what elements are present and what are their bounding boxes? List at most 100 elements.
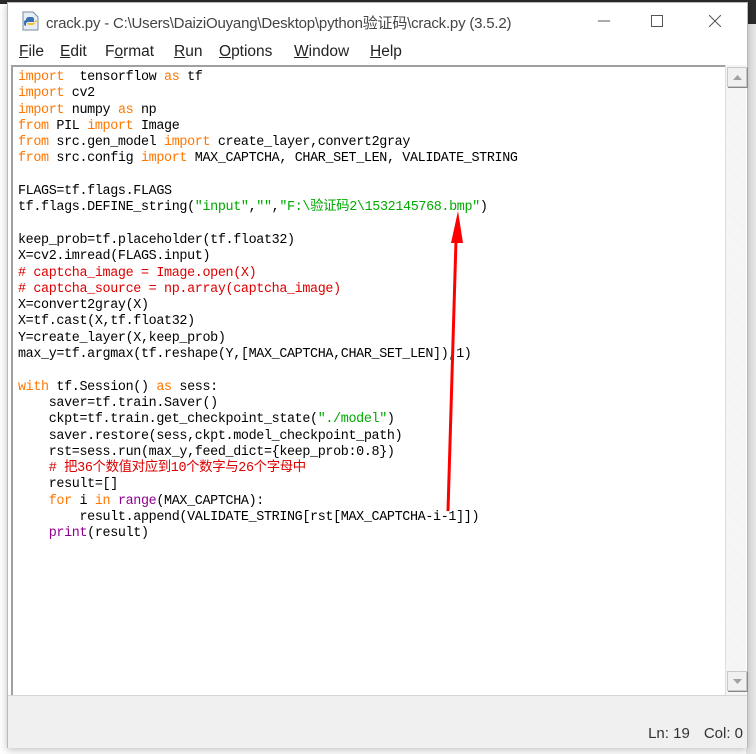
code-token: saver=tf.train.Saver() [18, 395, 218, 411]
scroll-down-button[interactable] [727, 671, 747, 691]
code-line[interactable]: Y=create_layer(X,keep_prob) [18, 331, 226, 346]
code-token: sess: [171, 379, 218, 395]
code-line[interactable]: for i in range(MAX_CAPTCHA): [18, 493, 265, 509]
code-token: Image [133, 118, 180, 134]
code-line[interactable]: from src.gen_model import create_layer,c… [18, 135, 410, 150]
code-token: tf.flags.DEFINE_string( [18, 200, 195, 216]
menu-label: ile [28, 43, 44, 60]
python-file-icon [22, 11, 39, 31]
code-line[interactable]: # 把36个数值对应到10个数字与26个字母中 [18, 461, 306, 476]
keyword-token: as [156, 379, 172, 395]
code-editor[interactable]: import tensorflow as tf import cv2 impor… [11, 65, 726, 695]
maximize-icon [651, 15, 663, 27]
code-token: X=tf.cast(X,tf.float32) [18, 314, 195, 330]
code-line[interactable]: with tf.Session() as sess: [18, 380, 218, 395]
code-line[interactable]: result=[] [18, 477, 119, 492]
maximize-button[interactable] [634, 3, 680, 39]
menu-window[interactable]: Window [294, 43, 349, 61]
code-token: src.config [48, 151, 141, 167]
code-token: tf.Session() [48, 379, 157, 395]
menu-file[interactable]: File [19, 43, 44, 61]
code-line[interactable]: import tensorflow as tf [18, 70, 203, 85]
menu-label: ptions [231, 43, 273, 60]
keyword-token: from [18, 135, 49, 151]
code-token: X=cv2.imread(FLAGS.input) [18, 249, 211, 265]
comment-token: # captcha_source = np.array(captcha_imag… [18, 281, 341, 297]
menu-format[interactable]: Format [105, 43, 154, 61]
string-token: "" [256, 200, 272, 216]
code-line[interactable]: # captcha_image = Image.open(X) [18, 266, 257, 281]
code-line[interactable]: FLAGS=tf.flags.FLAGS [18, 184, 172, 199]
code-text[interactable]: import tensorflow as tf import cv2 impor… [18, 70, 518, 543]
menu-label: un [185, 43, 203, 60]
code-token: i [71, 493, 95, 509]
string-token: "./model" [317, 412, 388, 428]
code-token: ckpt=tf.train.get_checkpoint_state( [18, 412, 318, 428]
code-token: X=convert2gray(X) [18, 298, 149, 314]
status-bar: Ln: 19 Col: 0 [8, 695, 747, 748]
code-line[interactable]: import cv2 [18, 86, 95, 101]
menu-edit[interactable]: Edit [60, 43, 87, 61]
minimize-button[interactable] [581, 3, 627, 39]
minimize-icon [598, 20, 610, 22]
keyword-token: in [94, 493, 111, 509]
menu-mnemonic: o [114, 43, 124, 60]
code-token: create_layer,convert2gray [210, 135, 411, 151]
code-line[interactable]: rst=sess.run(max_y,feed_dict={keep_prob:… [18, 445, 395, 460]
keyword-token: as [117, 102, 134, 118]
title-bar[interactable]: crack.py - C:\Users\DaiziOuyang\Desktop\… [8, 3, 747, 39]
menu-mnemonic: R [174, 43, 186, 60]
code-line[interactable]: # captcha_source = np.array(captcha_imag… [18, 282, 341, 297]
scroll-down-arrow-icon [732, 678, 742, 684]
keyword-token: import [18, 102, 65, 118]
code-line[interactable]: X=convert2gray(X) [18, 298, 149, 313]
code-token: src.gen_model [48, 135, 165, 151]
code-line[interactable]: X=cv2.imread(FLAGS.input) [18, 249, 211, 265]
code-token: tf [179, 70, 203, 85]
code-token: ) [386, 412, 395, 428]
code-line[interactable]: import numpy as np [18, 102, 157, 118]
code-line[interactable]: saver.restore(sess,ckpt.model_checkpoint… [18, 429, 403, 444]
menu-label: elp [381, 43, 402, 60]
code-line[interactable]: from PIL import Image [18, 118, 180, 134]
code-token: (result) [87, 526, 149, 542]
code-line[interactable]: ckpt=tf.train.get_checkpoint_state("./mo… [18, 412, 395, 427]
line-number: Ln: 19 [648, 725, 690, 742]
builtin-token: range [117, 493, 157, 509]
string-token: "F:\验证码2\1532145768.bmp" [279, 200, 480, 216]
window-title: crack.py - C:\Users\DaiziOuyang\Desktop\… [46, 15, 512, 32]
builtin-token: print [18, 526, 88, 542]
vertical-scrollbar[interactable] [725, 65, 747, 695]
code-line[interactable]: result.append(VALIDATE_STRING[rst[MAX_CA… [18, 510, 479, 525]
comment-token: # 把36个数值对应到10个数字与26个字母中 [18, 461, 306, 477]
code-token: np [133, 102, 157, 118]
code-line[interactable]: tf.flags.DEFINE_string("input","","F:\验证… [18, 200, 488, 215]
code-token: (MAX_CAPTCHA): [156, 493, 264, 509]
keyword-token: as [164, 70, 180, 85]
code-line[interactable]: X=tf.cast(X,tf.float32) [18, 314, 195, 329]
code-token: Y=create_layer(X,keep_prob) [18, 330, 226, 346]
menu-options[interactable]: Options [219, 43, 272, 61]
code-token: PIL [48, 118, 88, 134]
scroll-up-arrow-icon [732, 74, 742, 80]
close-button[interactable] [692, 3, 738, 39]
keyword-token: import [87, 118, 134, 134]
code-line[interactable]: max_y=tf.argmax(tf.reshape(Y,[MAX_CAPTCH… [18, 347, 472, 362]
keyword-token: from [18, 151, 49, 167]
keyword-token: for [18, 493, 72, 509]
menu-help[interactable]: Help [370, 43, 402, 61]
idle-editor-window: crack.py - C:\Users\DaiziOuyang\Desktop\… [7, 2, 748, 748]
scroll-up-button[interactable] [727, 67, 747, 87]
keyword-token: import [164, 135, 211, 151]
code-token: result.append(VALIDATE_STRING[rst[MAX_CA… [18, 510, 480, 526]
code-token: FLAGS=tf.flags.FLAGS [18, 184, 172, 200]
code-token: numpy [64, 102, 118, 118]
code-line[interactable]: from src.config import MAX_CAPTCHA, CHAR… [18, 151, 518, 166]
code-line[interactable]: keep_prob=tf.placeholder(tf.float32) [18, 233, 295, 248]
menu-mnemonic: O [219, 43, 232, 60]
code-line[interactable]: saver=tf.train.Saver() [18, 396, 218, 411]
code-line[interactable]: print(result) [18, 526, 149, 541]
string-token: "input" [194, 200, 249, 216]
column-number: Col: 0 [703, 725, 743, 742]
menu-run[interactable]: Run [174, 43, 202, 61]
